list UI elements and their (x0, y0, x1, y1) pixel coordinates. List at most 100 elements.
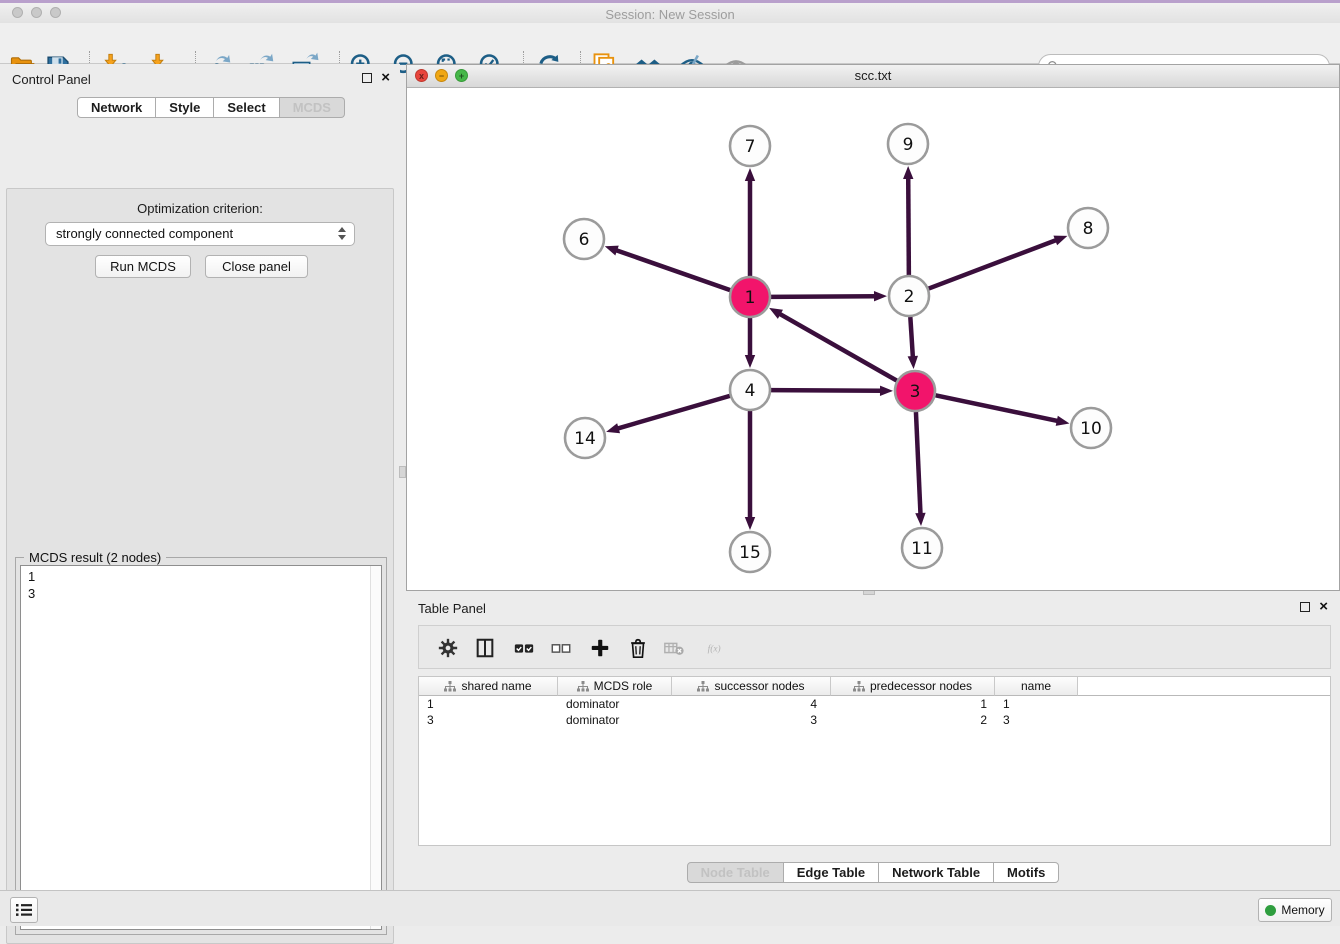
table-toolbar: f(x) (418, 625, 1331, 669)
close-panel-button[interactable]: Close panel (205, 255, 308, 278)
window-title: Session: New Session (0, 6, 1340, 24)
add-column-button[interactable] (587, 635, 613, 661)
list-icon (15, 902, 33, 918)
optimization-criterion-label: Optimization criterion: (7, 201, 393, 216)
optimization-criterion-select[interactable]: strongly connected component (45, 222, 355, 246)
node-table: shared name MCDS role successor nodes pr… (418, 676, 1331, 846)
graph-node-label: 11 (911, 539, 933, 559)
column-header-name[interactable]: name (995, 677, 1078, 696)
cell-successor-nodes[interactable]: 3 (672, 712, 831, 728)
tab-select[interactable]: Select (214, 97, 279, 118)
graph-edge-arrowhead (915, 513, 925, 526)
cell-successor-nodes[interactable]: 4 (672, 696, 831, 712)
tab-motifs[interactable]: Motifs (994, 862, 1059, 883)
cell-shared-name[interactable]: 3 (419, 712, 558, 728)
graph-edge[interactable] (771, 296, 876, 297)
plus-icon (589, 637, 611, 659)
function-builder-button[interactable]: f(x) (697, 635, 737, 661)
memory-button[interactable]: Memory (1258, 898, 1332, 922)
tab-edge-table[interactable]: Edge Table (784, 862, 879, 883)
tab-style[interactable]: Style (156, 97, 214, 118)
select-all-columns-button[interactable] (511, 635, 537, 661)
table-row[interactable]: 3 dominator 3 2 3 (419, 712, 1330, 728)
cell-name[interactable]: 3 (995, 712, 1078, 728)
select-stepper-icon (338, 227, 346, 240)
graph-edge[interactable] (929, 240, 1058, 289)
float-panel-icon[interactable] (1300, 602, 1310, 612)
graph-edge[interactable] (615, 250, 730, 290)
table-row[interactable]: 1 dominator 4 1 1 (419, 696, 1330, 712)
unselect-all-columns-button[interactable] (548, 635, 574, 661)
column-header-shared-name[interactable]: shared name (419, 677, 558, 696)
graph-edge[interactable] (916, 412, 921, 515)
network-canvas[interactable]: 7968124314101511 (407, 88, 1339, 590)
graph-node-label: 14 (574, 429, 596, 449)
graph-node-label: 7 (745, 137, 756, 157)
graph-edge-arrowhead (769, 308, 783, 319)
mcds-panel: Optimization criterion: strongly connect… (6, 188, 394, 944)
memory-label: Memory (1281, 903, 1324, 917)
graph-edge[interactable] (771, 390, 882, 391)
cell-predecessor-nodes[interactable]: 2 (831, 712, 995, 728)
column-header-filler (1078, 677, 1330, 696)
graph-node-label: 3 (910, 382, 921, 402)
fx-icon: f(x) (706, 637, 728, 659)
graph-node-label: 10 (1080, 419, 1102, 439)
graph-edge-arrowhead (606, 423, 620, 433)
cell-predecessor-nodes[interactable]: 1 (831, 696, 995, 712)
delete-columns-button[interactable] (625, 635, 651, 661)
graph-edge[interactable] (910, 317, 913, 358)
run-mcds-button[interactable]: Run MCDS (95, 255, 191, 278)
tab-node-table[interactable]: Node Table (687, 862, 784, 883)
cell-shared-name[interactable]: 1 (419, 696, 558, 712)
delete-table-button[interactable] (661, 635, 687, 661)
delete-table-icon (663, 637, 685, 659)
cell-mcds-role[interactable]: dominator (558, 712, 672, 728)
close-panel-icon[interactable]: × (381, 73, 390, 83)
graph-edge-arrowhead (745, 168, 755, 181)
console-button[interactable] (10, 897, 38, 923)
graph-edge-arrowhead (745, 355, 755, 368)
close-panel-icon[interactable]: × (1319, 602, 1328, 612)
graph-edge-arrowhead (1056, 416, 1070, 426)
cell-name[interactable]: 1 (995, 696, 1078, 712)
graph-edge[interactable] (908, 177, 909, 275)
show-columns-button[interactable] (472, 635, 498, 661)
table-panel: Table Panel × (406, 595, 1340, 890)
attribute-icon (697, 681, 709, 692)
mcds-result-text[interactable]: 1 3 (20, 565, 382, 930)
network-view-frame: x − + scc.txt 7968124314101511 (406, 64, 1340, 591)
column-header-predecessor-nodes[interactable]: predecessor nodes (831, 677, 995, 696)
tab-mcds[interactable]: MCDS (280, 97, 345, 118)
control-panel-title: Control Panel (12, 72, 91, 87)
trash-icon (627, 637, 649, 659)
main-toolbar (0, 23, 1340, 64)
graph-edge-arrowhead (874, 291, 887, 301)
float-panel-icon[interactable] (362, 73, 372, 83)
memory-status-dot (1265, 905, 1276, 916)
graph-edge-arrowhead (745, 517, 755, 530)
column-header-successor-nodes[interactable]: successor nodes (672, 677, 831, 696)
graph-node-label: 8 (1083, 219, 1094, 239)
columns-icon (474, 637, 496, 659)
optimization-criterion-value: strongly connected component (56, 226, 233, 241)
graph-edge[interactable] (936, 395, 1059, 421)
vertical-splitter-handle[interactable] (399, 466, 406, 478)
tab-network-table[interactable]: Network Table (879, 862, 994, 883)
graph-edge[interactable] (617, 396, 730, 429)
table-options-button[interactable] (435, 635, 461, 661)
cell-mcds-role[interactable]: dominator (558, 696, 672, 712)
gear-icon (437, 637, 459, 659)
graph-edge[interactable] (779, 313, 897, 380)
graph-node-label: 6 (579, 230, 590, 250)
window-titlebar: Session: New Session (0, 3, 1340, 23)
graph-node-label: 2 (904, 287, 915, 307)
control-panel-tabs: Network Style Select MCDS (77, 97, 345, 118)
column-header-mcds-role[interactable]: MCDS role (558, 677, 672, 696)
table-header-row: shared name MCDS role successor nodes pr… (419, 677, 1330, 696)
tab-network[interactable]: Network (77, 97, 156, 118)
checked-boxes-icon (513, 637, 535, 659)
table-panel-title: Table Panel (418, 601, 486, 616)
network-frame-titlebar[interactable]: x − + scc.txt (407, 65, 1339, 88)
result-scrollbar[interactable] (370, 566, 381, 929)
